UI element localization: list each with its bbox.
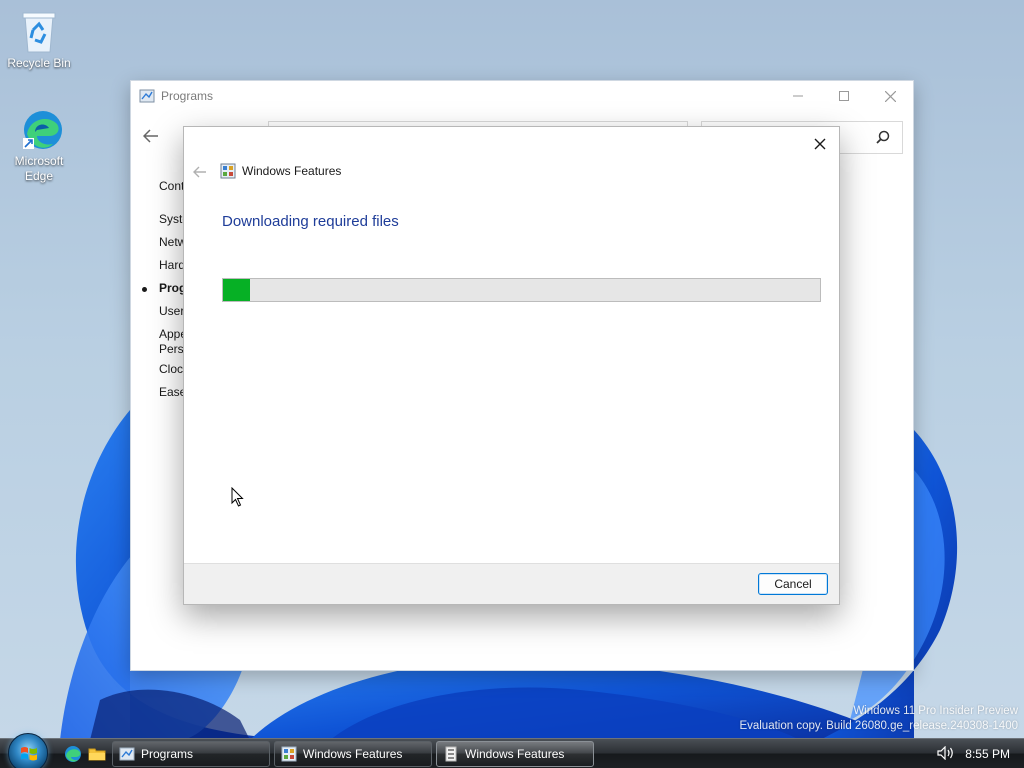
recycle-bin-icon [19, 10, 59, 54]
start-button[interactable] [8, 733, 48, 768]
recycle-bin-label: Recycle Bin [7, 56, 71, 70]
dialog-heading: Downloading required files [222, 213, 399, 230]
edge-label: Microsoft Edge [14, 154, 64, 183]
desktop-icon-recycle-bin[interactable]: Recycle Bin [1, 10, 77, 71]
progress-fill [223, 279, 250, 301]
taskbar-button-programs[interactable]: Programs [112, 741, 270, 767]
windows-features-icon [220, 163, 236, 179]
edge-quicklaunch-icon[interactable] [64, 745, 82, 763]
control-panel-icon [119, 746, 135, 762]
watermark-line-2: Evaluation copy. Build 26080.ge_release.… [739, 720, 1018, 732]
maximize-button[interactable] [821, 81, 867, 111]
windows-features-icon [443, 746, 459, 762]
windows-features-dialog: Windows Features Downloading required fi… [183, 126, 840, 605]
cancel-button[interactable]: Cancel [758, 573, 828, 595]
taskbar-button-windows-features-2[interactable]: Windows Features [436, 741, 594, 767]
volume-icon[interactable] [937, 745, 955, 763]
dialog-back-arrow-icon [192, 165, 208, 179]
download-progress-bar [222, 278, 821, 302]
taskbar-button-label: Windows Features [303, 747, 403, 761]
tray-clock[interactable]: 8:55 PM [965, 747, 1010, 761]
watermark-line-1: Windows 11 Pro Insider Preview [853, 705, 1018, 717]
windows-features-icon [281, 746, 297, 762]
mouse-cursor-icon [231, 486, 244, 510]
taskbar-button-label: Programs [141, 747, 194, 761]
close-button[interactable] [867, 81, 913, 111]
programs-title: Programs [161, 89, 214, 103]
edge-icon [19, 108, 62, 152]
system-tray: 8:55 PM [937, 739, 1024, 768]
dialog-close-button[interactable] [809, 133, 831, 155]
back-arrow-icon[interactable] [142, 129, 159, 148]
minimize-button[interactable] [775, 81, 821, 111]
close-icon [814, 138, 826, 150]
dialog-title-text: Windows Features [242, 164, 342, 178]
taskbar-button-windows-features-1[interactable]: Windows Features [274, 741, 432, 767]
evaluation-watermark: Windows 11 Pro Insider Preview Evaluatio… [739, 704, 1018, 734]
search-icon [876, 130, 890, 147]
control-panel-icon [139, 88, 155, 104]
windows-logo-icon [21, 747, 37, 761]
selected-bullet [142, 287, 147, 292]
file-explorer-quicklaunch-icon[interactable] [88, 745, 106, 763]
desktop-icon-edge[interactable]: Microsoft Edge [1, 108, 77, 184]
dialog-title: Windows Features [220, 163, 341, 179]
taskbar-button-label: Windows Features [465, 747, 565, 761]
taskbar: Programs Windows Features Windows Featur… [0, 733, 1024, 768]
dialog-footer: Cancel [184, 563, 839, 604]
